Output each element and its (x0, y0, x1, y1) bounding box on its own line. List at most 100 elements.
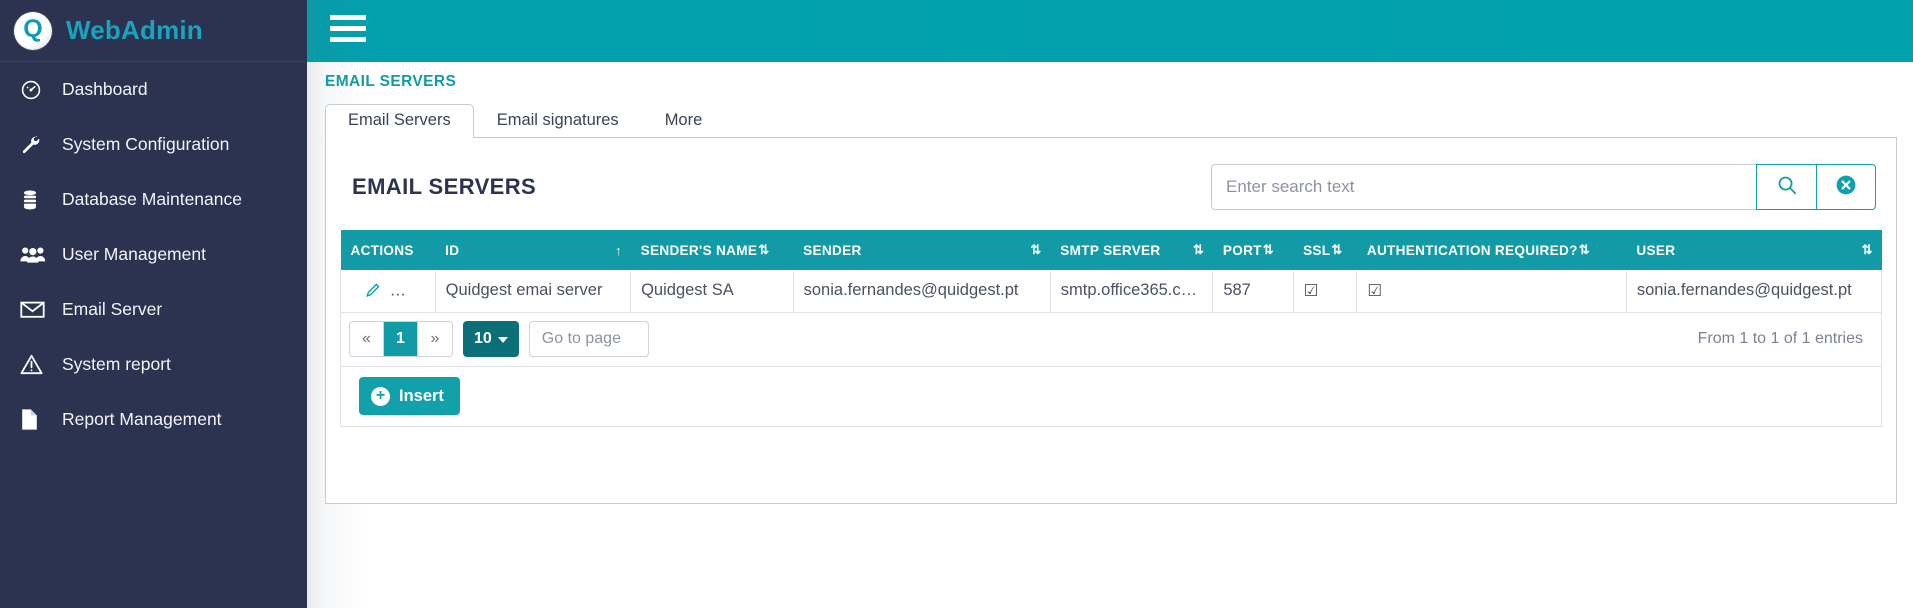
sidebar-item-system-configuration[interactable]: System Configuration (0, 117, 307, 172)
column-label: ID (445, 242, 460, 258)
close-x-icon[interactable] (402, 280, 428, 302)
page-size-select[interactable]: 10 (463, 321, 519, 357)
sidebar-item-label: User Management (62, 244, 206, 264)
column-header-user[interactable]: USER ⇅ (1626, 230, 1882, 270)
users-icon (20, 245, 54, 265)
search-input[interactable] (1211, 164, 1756, 210)
cell-ssl-checkbox: ☑ (1292, 270, 1358, 313)
column-header-senders-name[interactable]: SENDER'S NAME ⇅ (630, 230, 794, 270)
pagination-prev[interactable]: « (350, 322, 384, 356)
sidebar-item-email-server[interactable]: Email Server (0, 282, 307, 337)
plus-circle-icon: + (371, 386, 390, 406)
pencil-icon[interactable] (359, 280, 385, 302)
column-label: ACTIONS (350, 242, 414, 258)
cell-id: Quidgest emai server (434, 270, 632, 313)
logo-letter: Q (23, 15, 43, 43)
sidebar-item-label: System report (62, 354, 171, 374)
tab-email-servers[interactable]: Email Servers (325, 104, 474, 138)
envelope-icon (20, 300, 54, 319)
column-label: SSL (1303, 242, 1331, 258)
sort-icon[interactable]: ⇅ (758, 242, 769, 258)
email-servers-panel: EMAIL SERVERS Enter search text ACTIONS … (325, 137, 1897, 504)
insert-button[interactable]: + Insert (359, 377, 460, 415)
hamburger-bar (330, 36, 366, 42)
row-actions-cell (340, 270, 436, 313)
sidebar-item-label: Database Maintenance (62, 189, 242, 209)
wrench-icon (20, 134, 54, 156)
sidebar-item-label: Dashboard (62, 79, 148, 99)
cell-port: 587 (1212, 270, 1294, 313)
page-size-value: 10 (474, 330, 492, 347)
tab-label: More (664, 111, 703, 129)
tab-more[interactable]: More (642, 104, 726, 138)
database-icon (20, 189, 54, 211)
sort-icon[interactable]: ⇅ (1862, 242, 1873, 258)
tab-email-signatures[interactable]: Email signatures (474, 104, 642, 138)
brand-title: WebAdmin (66, 15, 203, 45)
magnifier-icon (1776, 174, 1798, 201)
column-header-ssl[interactable]: SSL ⇅ (1293, 230, 1357, 270)
hamburger-icon[interactable] (330, 12, 366, 44)
sort-icon[interactable]: ⇅ (1263, 242, 1274, 258)
tab-bar: Email Servers Email signatures More (307, 104, 1913, 138)
panel-header: EMAIL SERVERS (340, 138, 1882, 230)
hamburger-bar (330, 25, 366, 31)
column-header-smtp-server[interactable]: SMTP SERVER ⇅ (1050, 230, 1213, 270)
chevron-down-icon (497, 337, 508, 343)
sort-icon[interactable]: ⇅ (1193, 242, 1204, 258)
cell-sender: sonia.fernandes@quidgest.pt (792, 270, 1051, 313)
column-label: USER (1636, 242, 1676, 258)
go-to-page-input[interactable] (528, 321, 649, 357)
tab-label: Email signatures (496, 111, 619, 129)
main-content: EMAIL SERVERS Email Servers Email signat… (307, 62, 1913, 608)
sidebar-nav: Dashboard System Configuration Database … (0, 62, 307, 447)
tab-label: Email Servers (348, 111, 451, 129)
sidebar-item-user-management[interactable]: User Management (0, 227, 307, 282)
column-header-id[interactable]: ID ↑ (435, 230, 631, 270)
clear-circle-x-icon (1834, 173, 1858, 202)
table-row[interactable]: Quidgest emai server Quidgest SA sonia.f… (340, 270, 1883, 313)
breadcrumb: EMAIL SERVERS (325, 73, 457, 90)
column-label: PORT (1222, 242, 1262, 258)
email-servers-table: ACTIONS ID ↑ SENDER'S NAME ⇅ SENDER ⇅ SM… (340, 230, 1883, 313)
sidebar-item-label: System Configuration (62, 134, 230, 154)
column-header-authentication-required[interactable]: AUTHENTICATION REQUIRED? ⇅ (1356, 230, 1627, 270)
sidebar: Q WebAdmin Dashboard System Configuratio… (0, 0, 307, 608)
cell-authentication-required-checkbox: ☑ (1356, 270, 1627, 313)
column-header-port[interactable]: PORT ⇅ (1212, 230, 1294, 270)
document-icon (20, 408, 54, 431)
sort-icon[interactable]: ↑ (615, 243, 621, 258)
sidebar-item-dashboard[interactable]: Dashboard (0, 62, 307, 117)
pagination: « 1 » (349, 321, 453, 357)
sort-icon[interactable]: ⇅ (1579, 242, 1590, 258)
sidebar-item-system-report[interactable]: System report (0, 337, 307, 392)
search-button[interactable] (1756, 164, 1816, 210)
sidebar-item-label: Email Server (62, 299, 163, 319)
cell-senders-name: Quidgest SA (630, 270, 794, 313)
sidebar-item-report-management[interactable]: Report Management (0, 392, 307, 447)
column-header-actions: ACTIONS (340, 230, 436, 270)
pagination-controls: « 1 » 10 (349, 321, 649, 357)
cell-smtp-server: smtp.office365.com (1049, 270, 1214, 313)
sort-icon[interactable]: ⇅ (1331, 242, 1342, 258)
gauge-icon (20, 79, 54, 101)
column-label: SMTP SERVER (1060, 242, 1161, 258)
entries-info: From 1 to 1 of 1 entries (1697, 330, 1863, 347)
pagination-page-1[interactable]: 1 (384, 322, 418, 356)
search-group (1211, 164, 1876, 210)
warning-triangle-icon (20, 354, 54, 375)
table-header-row: ACTIONS ID ↑ SENDER'S NAME ⇅ SENDER ⇅ SM… (340, 230, 1882, 270)
brand-header[interactable]: Q WebAdmin (0, 0, 307, 62)
cell-user: sonia.fernandes@quidgest.pt (1625, 270, 1883, 313)
pagination-row: « 1 » 10 From 1 to 1 of 1 entries (340, 312, 1882, 367)
column-label: SENDER'S NAME (640, 242, 758, 258)
sort-icon[interactable]: ⇅ (1030, 242, 1041, 258)
column-header-sender[interactable]: SENDER ⇅ (793, 230, 1051, 270)
app-logo-icon: Q (14, 11, 52, 50)
insert-row: + Insert (340, 366, 1882, 427)
pagination-next[interactable]: » (418, 322, 452, 356)
sidebar-item-database-maintenance[interactable]: Database Maintenance (0, 172, 307, 227)
column-label: SENDER (803, 242, 862, 258)
hamburger-bar (330, 14, 366, 20)
clear-search-button[interactable] (1816, 164, 1876, 210)
